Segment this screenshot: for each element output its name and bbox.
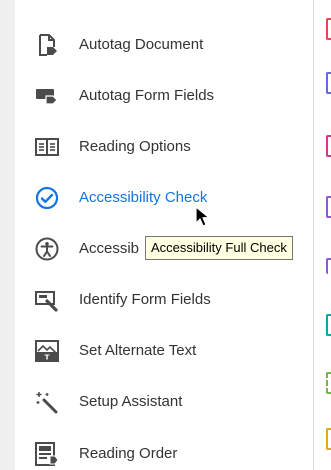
- menu-item-accessibility-check[interactable]: Accessibility Check: [15, 178, 313, 218]
- menu-item-autotag-form-fields[interactable]: Autotag Form Fields: [15, 76, 313, 116]
- menu-item-label: Autotag Form Fields: [79, 87, 215, 104]
- menu-item-identify-form-fields[interactable]: Identify Form Fields: [15, 280, 313, 320]
- tool-icon[interactable]: [326, 135, 331, 157]
- alternate-text-icon: T: [35, 339, 59, 363]
- menu-item-autotag-document[interactable]: Autotag Document: [15, 25, 313, 65]
- check-circle-icon: [35, 186, 59, 210]
- menu-item-reading-options[interactable]: Reading Options: [15, 127, 313, 167]
- identify-form-fields-icon: [35, 288, 59, 312]
- adjacent-tools-strip: [314, 0, 331, 470]
- tool-icon[interactable]: [326, 72, 331, 94]
- tool-icon[interactable]: [326, 314, 331, 336]
- tool-icon[interactable]: [326, 18, 331, 40]
- menu-item-label: Identify Form Fields: [79, 291, 211, 308]
- menu-item-set-alternate-text[interactable]: T Set Alternate Text: [15, 331, 313, 371]
- left-gutter: [0, 0, 15, 470]
- menu-item-label: Reading Order: [79, 445, 178, 462]
- menu-item-label: Setup Assistant: [79, 393, 183, 410]
- tool-icon[interactable]: [326, 372, 331, 394]
- tooltip: Accessibility Full Check: [145, 236, 293, 260]
- reading-options-icon: [35, 135, 59, 159]
- svg-text:T: T: [45, 354, 50, 362]
- document-tag-icon: [35, 33, 59, 57]
- accessibility-tools-menu: Autotag Document Autotag Form Fields Rea…: [15, 0, 314, 470]
- form-field-tag-icon: [35, 84, 59, 108]
- menu-item-label: Reading Options: [79, 138, 191, 155]
- menu-item-label: Accessib: [79, 240, 140, 257]
- menu-item-label: Autotag Document: [79, 36, 204, 53]
- menu-item-setup-assistant[interactable]: Setup Assistant: [15, 382, 313, 422]
- accessibility-person-icon: [35, 237, 59, 261]
- reading-order-icon: [35, 442, 59, 466]
- menu-item-label: Set Alternate Text: [79, 342, 197, 359]
- menu-item-label: Accessibility Check: [79, 189, 208, 206]
- menu-item-reading-order[interactable]: Reading Order: [15, 434, 313, 470]
- setup-assistant-wand-icon: [35, 390, 59, 414]
- tool-icon[interactable]: [326, 196, 331, 218]
- tool-icon[interactable]: [326, 428, 331, 450]
- tool-icon[interactable]: [326, 258, 331, 274]
- mouse-pointer-icon: [195, 206, 209, 227]
- app-window: Autotag Document Autotag Form Fields Rea…: [0, 0, 331, 470]
